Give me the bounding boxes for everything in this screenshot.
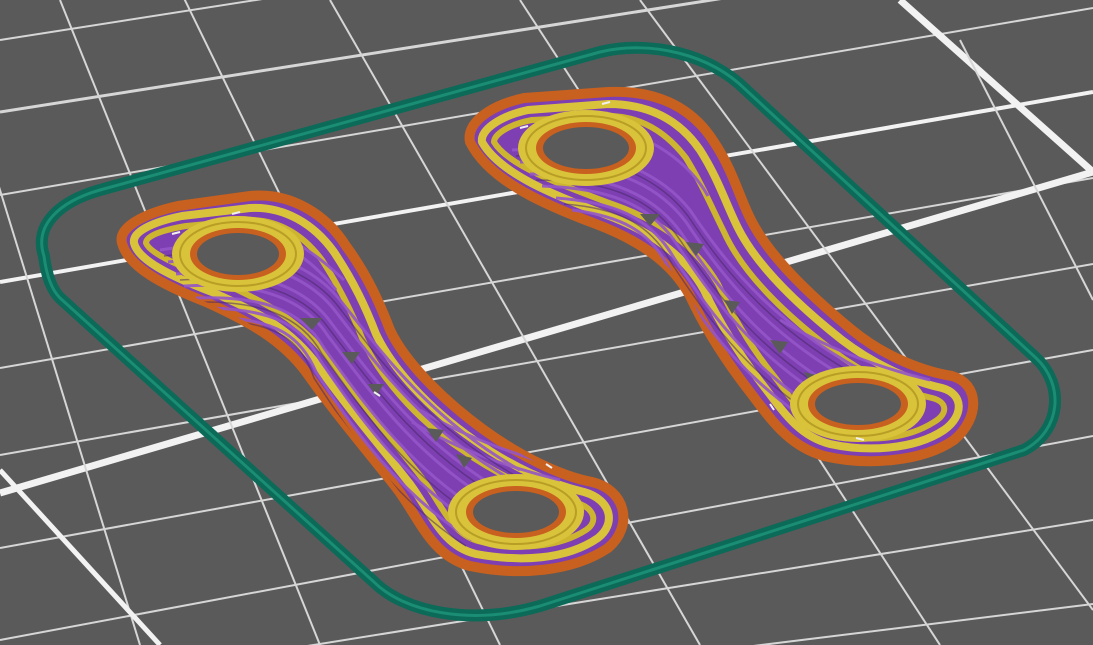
hole-top-left	[172, 216, 304, 292]
hole-top-right	[518, 110, 654, 186]
hole-bottom-right	[790, 366, 926, 442]
print-preview-viewport[interactable]	[0, 0, 1093, 645]
printed-part-left[interactable]	[116, 190, 629, 577]
hole-bottom-left	[448, 474, 584, 550]
printed-part-right[interactable]	[464, 86, 979, 467]
gcode-preview-canvas[interactable]	[0, 0, 1093, 645]
